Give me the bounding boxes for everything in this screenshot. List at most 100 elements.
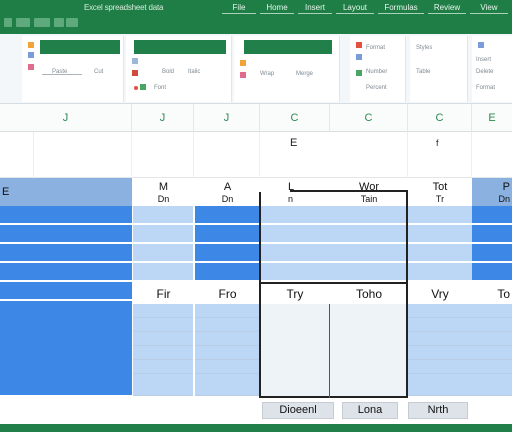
ribbon-label[interactable]: Wrap [260, 70, 274, 78]
table-row[interactable] [472, 346, 512, 360]
column-header[interactable]: C [260, 104, 330, 132]
table-row[interactable] [472, 244, 512, 262]
ribbon-label[interactable]: Percent [366, 84, 387, 92]
ribbon-label[interactable]: Styles [416, 44, 432, 52]
table-row[interactable] [0, 282, 132, 300]
table-row[interactable] [195, 244, 260, 262]
table-row[interactable] [408, 263, 472, 281]
tab-home[interactable]: Home [260, 2, 294, 14]
table-row[interactable]: Fir [133, 282, 194, 304]
sheet-tab[interactable]: Dioeenl [262, 402, 334, 419]
table-row[interactable] [133, 225, 194, 243]
table-row[interactable] [408, 304, 472, 318]
column-header[interactable]: C [330, 104, 408, 132]
table-row[interactable] [133, 332, 194, 346]
wrap-icon[interactable] [240, 60, 246, 66]
table-row[interactable] [0, 225, 132, 243]
table-row[interactable] [330, 304, 408, 396]
tab-view[interactable]: View [470, 2, 508, 14]
table-row[interactable]: Toho [330, 282, 408, 304]
table-row[interactable] [195, 263, 260, 281]
table-row[interactable] [0, 376, 132, 396]
tab-formulas[interactable]: Formulas [378, 2, 424, 14]
bold-icon[interactable] [132, 58, 138, 64]
table-row[interactable] [260, 206, 330, 224]
cell[interactable]: f [408, 132, 472, 178]
table-row[interactable] [133, 304, 194, 318]
table-row[interactable] [0, 263, 132, 281]
cell[interactable] [472, 132, 512, 178]
sheet-tab[interactable]: Nrth [408, 402, 468, 419]
column-header[interactable]: J [194, 104, 260, 132]
ribbon-label[interactable]: Format [476, 84, 495, 92]
table-row[interactable] [0, 244, 132, 262]
table-header-cell[interactable]: L n [260, 178, 330, 206]
table-row[interactable]: Fro [195, 282, 260, 304]
ribbon-label[interactable]: Cut [94, 68, 103, 76]
ribbon-label[interactable]: Format [366, 44, 385, 52]
table-row[interactable] [195, 346, 260, 360]
table-row[interactable] [195, 374, 260, 396]
table-row[interactable]: Vry [408, 282, 472, 304]
table-row[interactable] [260, 244, 330, 262]
save-icon[interactable] [4, 18, 12, 27]
table-row[interactable] [408, 360, 472, 374]
customize-icon[interactable] [66, 18, 78, 27]
column-header[interactable]: J [0, 104, 132, 132]
sheet-tab[interactable]: Lona [342, 402, 398, 419]
record-icon[interactable] [134, 86, 138, 90]
table-row[interactable]: Try [260, 282, 330, 304]
column-header[interactable]: C [408, 104, 472, 132]
ribbon-label[interactable]: Number [366, 68, 387, 76]
table-row[interactable] [408, 332, 472, 346]
table-row[interactable] [472, 206, 512, 224]
cell[interactable] [132, 132, 194, 178]
table-row[interactable] [260, 263, 330, 281]
table-row[interactable] [195, 360, 260, 374]
table-row[interactable] [330, 206, 408, 224]
merge-icon[interactable] [240, 72, 246, 78]
table-row[interactable] [0, 206, 132, 224]
print-icon[interactable] [54, 18, 64, 27]
table-row[interactable] [133, 244, 194, 262]
tab-file[interactable]: File [222, 2, 256, 14]
table-row[interactable] [195, 206, 260, 224]
ribbon-label[interactable]: Bold [162, 68, 174, 76]
ribbon-label[interactable]: Merge [296, 70, 313, 78]
table-row[interactable] [472, 332, 512, 346]
table-row[interactable] [472, 263, 512, 281]
table-header-cell[interactable]: M Dn [133, 178, 194, 206]
table-header-cell[interactable]: Wor Tain [330, 178, 408, 206]
number-icon[interactable] [356, 54, 362, 60]
column-header[interactable]: E [472, 104, 512, 132]
table-row[interactable] [195, 318, 260, 332]
font-color-icon[interactable] [140, 84, 146, 90]
redo-icon[interactable] [34, 18, 50, 27]
table-row[interactable] [133, 360, 194, 374]
table-row[interactable] [195, 332, 260, 346]
table-row[interactable] [472, 318, 512, 332]
cell[interactable] [194, 132, 260, 178]
table-header-cell[interactable]: Tot Tr [408, 178, 472, 206]
table-row[interactable] [133, 374, 194, 396]
cell[interactable] [34, 132, 132, 178]
table-row[interactable] [408, 318, 472, 332]
table-header-cell[interactable]: A Dn [195, 178, 260, 206]
table-row[interactable] [472, 225, 512, 243]
tab-layout[interactable]: Layout [336, 2, 374, 14]
format-icon[interactable] [356, 42, 362, 48]
table-header-cell[interactable]: E [0, 178, 132, 206]
table-row[interactable] [330, 225, 408, 243]
ribbon-label[interactable]: Table [416, 68, 430, 76]
table-row[interactable] [408, 346, 472, 360]
table-row[interactable] [408, 225, 472, 243]
table-row[interactable] [133, 206, 194, 224]
table-row[interactable]: To [472, 282, 512, 304]
table-row[interactable] [133, 318, 194, 332]
paste-icon[interactable] [28, 42, 34, 48]
table-row[interactable] [260, 225, 330, 243]
cut-icon[interactable] [28, 52, 34, 58]
column-header[interactable]: J [132, 104, 194, 132]
undo-icon[interactable] [16, 18, 30, 27]
ribbon-label[interactable]: Font [154, 84, 166, 92]
